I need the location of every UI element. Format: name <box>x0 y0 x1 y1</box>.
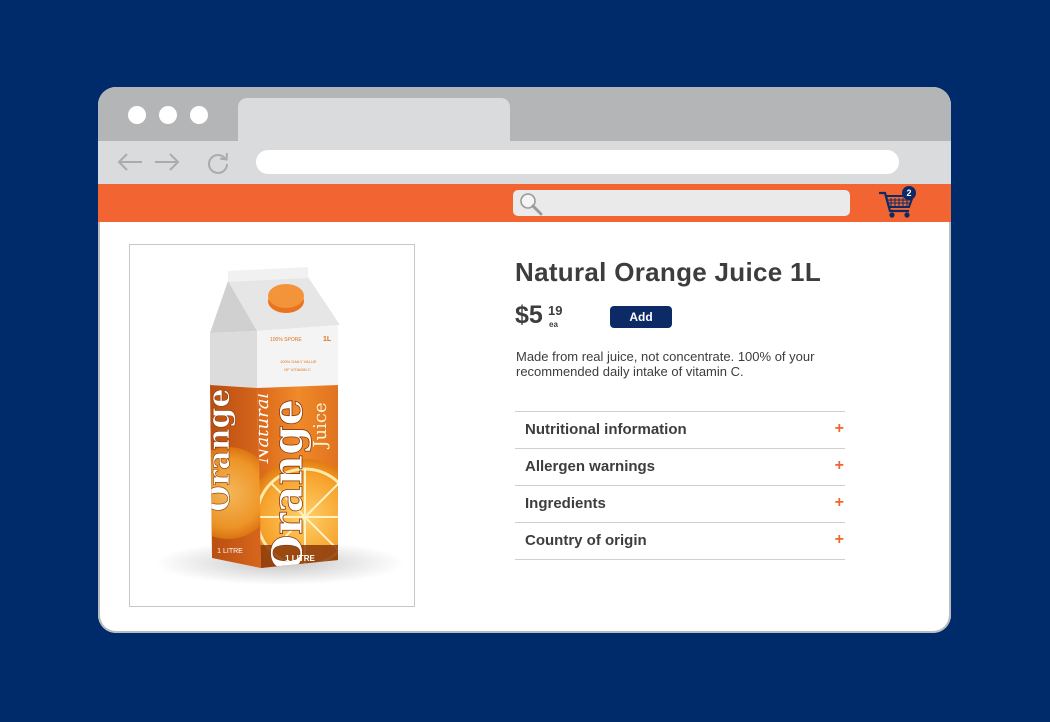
price-unit: ea <box>549 320 558 329</box>
price-cents: 19 <box>548 303 563 318</box>
cart-button[interactable]: 2 <box>878 186 918 220</box>
expand-plus-icon[interactable]: + <box>835 457 844 475</box>
browser-tab[interactable] <box>238 98 510 141</box>
carton-top-text: 100% SPORE <box>270 337 302 343</box>
product-info-accordion: Nutritional information + Allergen warni… <box>515 411 845 560</box>
accordion-label: Allergen warnings <box>525 458 656 475</box>
carton-size-mark: 1L <box>323 336 332 343</box>
browser-window: 2 Natural Orange Juice 1 LITRE Orange 1 … <box>98 87 951 633</box>
carton-daily-value-sub: OF VITAMIN C <box>284 367 311 372</box>
search-icon[interactable] <box>519 192 543 216</box>
expand-plus-icon[interactable]: + <box>835 420 844 438</box>
carton-side-brand: Orange <box>202 388 237 511</box>
price-whole: 5 <box>528 301 543 329</box>
address-bar[interactable] <box>256 150 899 174</box>
expand-plus-icon[interactable]: + <box>835 531 844 549</box>
carton-daily-value: 100% DAILY VALUE <box>280 359 317 364</box>
price-currency: $ <box>515 301 529 329</box>
add-to-cart-button[interactable]: Add <box>610 306 672 328</box>
expand-plus-icon[interactable]: + <box>835 494 844 512</box>
back-arrow-icon[interactable] <box>116 151 144 173</box>
window-dot[interactable] <box>190 106 208 124</box>
accordion-country-of-origin[interactable]: Country of origin + <box>515 523 845 560</box>
orange-juice-carton-image: Natural Orange Juice 1 LITRE Orange 1 LI… <box>155 267 405 585</box>
accordion-nutritional-information[interactable]: Nutritional information + <box>515 412 845 449</box>
carton-brand-name: Orange <box>263 399 312 572</box>
accordion-ingredients[interactable]: Ingredients + <box>515 486 845 523</box>
product-price: $5 19 ea <box>515 301 562 330</box>
accordion-allergen-warnings[interactable]: Allergen warnings + <box>515 449 845 486</box>
reload-icon[interactable] <box>206 151 230 175</box>
product-title: Natural Orange Juice 1L <box>515 257 822 287</box>
accordion-label: Ingredients <box>525 495 606 512</box>
window-dot[interactable] <box>159 106 177 124</box>
carton-brand-sub: Juice <box>310 402 331 449</box>
browser-titlebar <box>98 87 951 141</box>
carton-volume: 1 LITRE <box>285 554 315 563</box>
carton-side-volume: 1 LITRE <box>217 548 243 555</box>
site-header: 2 <box>98 184 951 222</box>
accordion-label: Country of origin <box>525 532 647 549</box>
accordion-label: Nutritional information <box>525 421 687 438</box>
product-description: Made from real juice, not concentrate. 1… <box>516 349 815 379</box>
forward-arrow-icon[interactable] <box>153 151 181 173</box>
product-image-frame: Natural Orange Juice 1 LITRE Orange 1 LI… <box>129 244 415 607</box>
window-dot[interactable] <box>128 106 146 124</box>
browser-navbar <box>98 141 951 184</box>
cart-count-badge: 2 <box>902 186 916 200</box>
search-input[interactable] <box>549 193 843 215</box>
search-bar[interactable] <box>513 190 850 216</box>
